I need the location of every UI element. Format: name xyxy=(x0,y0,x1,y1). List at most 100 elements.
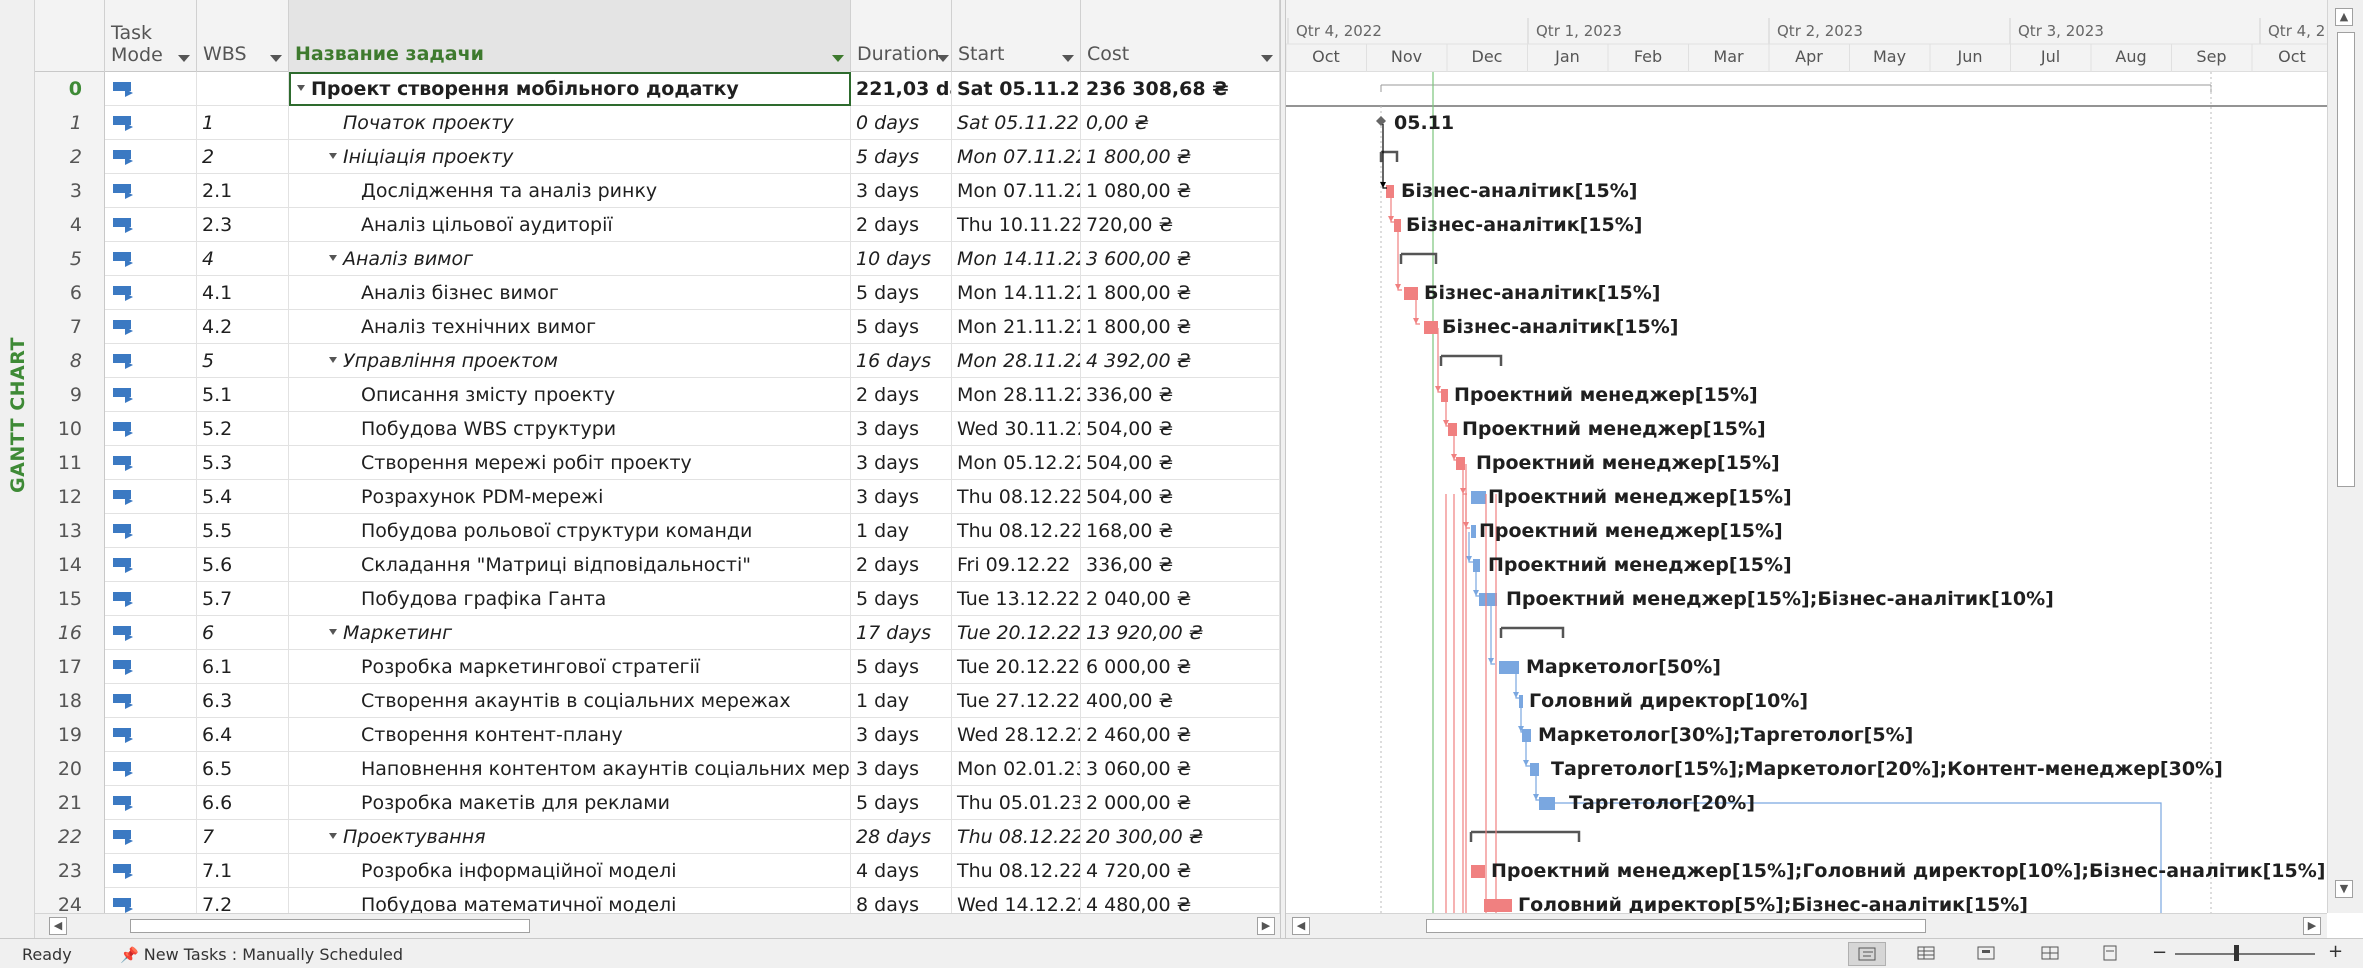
task-name-cell[interactable]: Побудова WBS структури xyxy=(289,412,851,446)
task-bar[interactable] xyxy=(1484,899,1512,912)
cost-cell[interactable]: 13 920,00 ₴ xyxy=(1081,616,1280,650)
gantt-scroll-thumb[interactable] xyxy=(1426,919,1926,933)
task-name-cell[interactable]: Описання змісту проекту xyxy=(289,378,851,412)
duration-cell[interactable]: 3 days xyxy=(851,718,952,752)
task-bar[interactable] xyxy=(1441,389,1448,402)
wbs-cell[interactable]: 5.3 xyxy=(197,446,289,480)
start-cell[interactable]: Tue 27.12.22 xyxy=(952,684,1081,718)
cost-cell[interactable]: 236 308,68 ₴ xyxy=(1081,72,1280,106)
task-mode-cell[interactable] xyxy=(105,650,197,684)
task-mode-cell[interactable] xyxy=(105,242,197,276)
task-mode-cell[interactable] xyxy=(105,208,197,242)
header-duration[interactable]: Duration xyxy=(851,0,952,72)
duration-cell[interactable]: 2 days xyxy=(851,208,952,242)
milestone-diamond[interactable] xyxy=(1376,116,1386,126)
row-id[interactable]: 15 xyxy=(35,582,105,616)
row-id[interactable]: 12 xyxy=(35,480,105,514)
table-row[interactable]: 9 5.1 Описання змісту проекту 2 days Mon 28.… xyxy=(35,378,1280,412)
task-bar[interactable] xyxy=(1479,593,1497,606)
task-mode-cell[interactable] xyxy=(105,106,197,140)
start-cell[interactable]: Thu 08.12.22 xyxy=(952,480,1081,514)
cost-cell[interactable]: 1 800,00 ₴ xyxy=(1081,276,1280,310)
summary-bar[interactable] xyxy=(1469,830,1581,842)
row-id[interactable]: 20 xyxy=(35,752,105,786)
cost-cell[interactable]: 2 000,00 ₴ xyxy=(1081,786,1280,820)
wbs-cell[interactable]: 4.1 xyxy=(197,276,289,310)
start-cell[interactable]: Thu 10.11.22 xyxy=(952,208,1081,242)
row-id[interactable]: 22 xyxy=(35,820,105,854)
task-name-cell[interactable]: Побудова графіка Ганта xyxy=(289,582,851,616)
wbs-cell[interactable]: 4 xyxy=(197,242,289,276)
summary-bar[interactable] xyxy=(1499,626,1565,638)
zoom-out-icon[interactable]: − xyxy=(2152,942,2167,963)
task-mode-cell[interactable] xyxy=(105,684,197,718)
start-cell[interactable]: Sat 05.11.22 xyxy=(952,72,1081,106)
zoom-in-icon[interactable]: + xyxy=(2328,941,2343,962)
task-mode-cell[interactable] xyxy=(105,140,197,174)
duration-cell[interactable]: 10 days xyxy=(851,242,952,276)
task-usage-view-button[interactable] xyxy=(1908,942,1946,966)
start-cell[interactable]: Thu 05.01.23 xyxy=(952,786,1081,820)
row-id[interactable]: 21 xyxy=(35,786,105,820)
start-cell[interactable]: Mon 21.11.22 xyxy=(952,310,1081,344)
row-id[interactable]: 6 xyxy=(35,276,105,310)
row-id[interactable]: 2 xyxy=(35,140,105,174)
wbs-cell[interactable]: 5.6 xyxy=(197,548,289,582)
task-bar[interactable] xyxy=(1448,423,1457,436)
task-name-cell[interactable]: Ініціація проекту xyxy=(289,140,851,174)
wbs-cell[interactable]: 5.1 xyxy=(197,378,289,412)
duration-cell[interactable]: 28 days xyxy=(851,820,952,854)
task-name-cell[interactable]: Початок проекту xyxy=(289,106,851,140)
collapse-triangle-icon[interactable] xyxy=(297,84,305,91)
wbs-cell[interactable] xyxy=(197,72,289,106)
cost-cell[interactable]: 1 800,00 ₴ xyxy=(1081,140,1280,174)
cost-cell[interactable]: 504,00 ₴ xyxy=(1081,446,1280,480)
task-name-cell[interactable]: Побудова рольової структури команди xyxy=(289,514,851,548)
start-cell[interactable]: Tue 13.12.22 xyxy=(952,582,1081,616)
start-cell[interactable]: Wed 14.12.22 xyxy=(952,888,1081,913)
scroll-left-icon[interactable]: ◀ xyxy=(49,917,67,935)
summary-bar[interactable] xyxy=(1439,354,1503,366)
start-cell[interactable]: Wed 30.11.22 xyxy=(952,412,1081,446)
collapse-triangle-icon[interactable] xyxy=(329,254,337,261)
new-tasks-mode[interactable]: 📌 New Tasks : Manually Scheduled xyxy=(120,945,403,964)
start-cell[interactable]: Sat 05.11.22 xyxy=(952,106,1081,140)
zoom-slider-thumb[interactable] xyxy=(2234,945,2239,961)
cost-cell[interactable]: 504,00 ₴ xyxy=(1081,412,1280,446)
start-cell[interactable]: Mon 02.01.23 xyxy=(952,752,1081,786)
start-cell[interactable]: Thu 08.12.22 xyxy=(952,514,1081,548)
wbs-cell[interactable]: 5.7 xyxy=(197,582,289,616)
wbs-cell[interactable]: 6.5 xyxy=(197,752,289,786)
scroll-up-icon[interactable]: ▲ xyxy=(2335,8,2353,26)
table-row[interactable]: 11 5.3 Створення мережі робіт проекту 3 day… xyxy=(35,446,1280,480)
cost-cell[interactable]: 336,00 ₴ xyxy=(1081,378,1280,412)
duration-cell[interactable]: 1 day xyxy=(851,514,952,548)
start-cell[interactable]: Mon 28.11.22 xyxy=(952,378,1081,412)
cost-cell[interactable]: 6 000,00 ₴ xyxy=(1081,650,1280,684)
cost-cell[interactable]: 3 600,00 ₴ xyxy=(1081,242,1280,276)
scroll-right-icon[interactable]: ▶ xyxy=(2303,917,2321,935)
collapse-triangle-icon[interactable] xyxy=(329,356,337,363)
task-name-cell[interactable]: Наповнення контентом акаунтів соціальних… xyxy=(289,752,851,786)
scroll-down-icon[interactable]: ▼ xyxy=(2335,880,2353,898)
collapse-triangle-icon[interactable] xyxy=(329,832,337,839)
task-mode-cell[interactable] xyxy=(105,514,197,548)
task-name-cell[interactable]: Розробка маркетингової стратегії xyxy=(289,650,851,684)
task-mode-cell[interactable] xyxy=(105,378,197,412)
task-mode-cell[interactable] xyxy=(105,548,197,582)
duration-cell[interactable]: 17 days xyxy=(851,616,952,650)
chevron-down-icon[interactable] xyxy=(178,55,190,62)
task-name-cell[interactable]: Проект створення мобільного додатку xyxy=(289,72,851,106)
task-name-cell[interactable]: Створення мережі робіт проекту xyxy=(289,446,851,480)
wbs-cell[interactable]: 2.3 xyxy=(197,208,289,242)
task-mode-cell[interactable] xyxy=(105,820,197,854)
wbs-cell[interactable]: 6.4 xyxy=(197,718,289,752)
row-id[interactable]: 14 xyxy=(35,548,105,582)
collapse-triangle-icon[interactable] xyxy=(329,152,337,159)
wbs-cell[interactable]: 6.6 xyxy=(197,786,289,820)
team-planner-view-button[interactable] xyxy=(1968,942,2006,966)
task-mode-cell[interactable] xyxy=(105,616,197,650)
duration-cell[interactable]: 5 days xyxy=(851,650,952,684)
task-name-cell[interactable]: Аналіз технічних вимог xyxy=(289,310,851,344)
table-row[interactable]: 4 2.3 Аналіз цільової аудиторії 2 days Thu 1… xyxy=(35,208,1280,242)
